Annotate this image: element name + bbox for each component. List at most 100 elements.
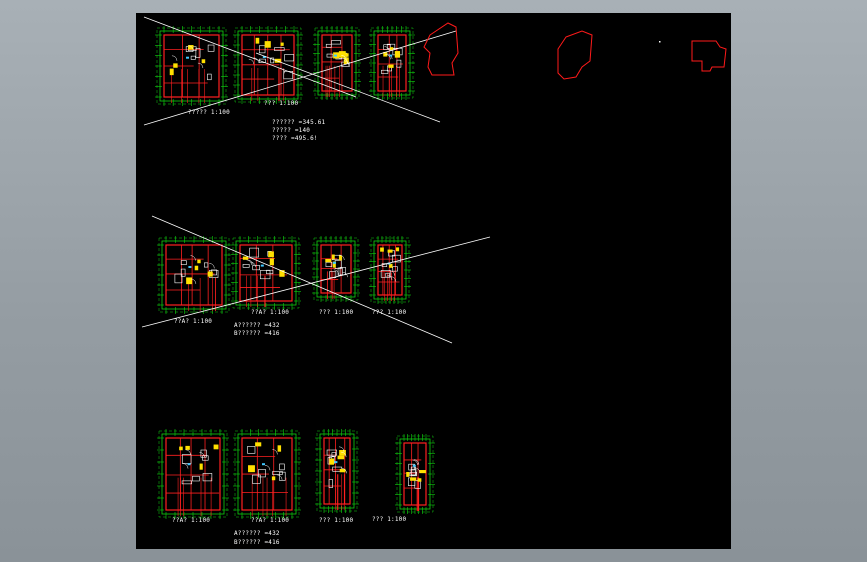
fixture xyxy=(419,470,426,474)
furniture xyxy=(284,54,295,62)
furniture xyxy=(207,44,215,52)
fixture xyxy=(380,247,384,252)
fixture xyxy=(387,249,393,253)
cross-line xyxy=(141,236,491,328)
fixture xyxy=(186,277,193,285)
furniture xyxy=(247,446,256,454)
fixture xyxy=(197,259,201,264)
fixture xyxy=(207,271,213,277)
fixture xyxy=(331,254,335,260)
site-outline xyxy=(557,30,593,80)
door-swing xyxy=(182,463,189,469)
furniture xyxy=(180,260,187,265)
floor-plan xyxy=(315,429,359,513)
cross-line xyxy=(143,16,357,98)
fixture xyxy=(255,37,260,44)
furniture xyxy=(274,47,285,51)
dimension-frame xyxy=(232,237,300,309)
drawing-canvas[interactable]: ????? 1:100 ??? 1:100 ?????? =345.61 ???… xyxy=(136,13,731,549)
fixture xyxy=(410,477,417,481)
furniture xyxy=(249,247,259,258)
floor-plan xyxy=(233,429,301,519)
fixture xyxy=(185,445,190,450)
accent-mark xyxy=(334,461,338,464)
dimension-frame xyxy=(370,237,410,303)
accent-mark xyxy=(334,54,337,57)
dimension-frame xyxy=(158,237,230,313)
floor-plan xyxy=(313,26,361,100)
floor-plan xyxy=(157,236,231,314)
fixture xyxy=(199,463,203,470)
area-text: ????? =140 xyxy=(272,127,311,134)
fixture xyxy=(417,478,422,482)
fixture xyxy=(329,458,335,465)
accent-mark xyxy=(260,264,264,267)
plan-caption: ??? 1:100 xyxy=(319,309,354,316)
cad-drawing xyxy=(141,16,727,519)
furniture xyxy=(258,45,266,54)
fixture xyxy=(255,442,262,447)
fixture xyxy=(271,476,276,481)
door-swing xyxy=(209,263,215,269)
accent-mark xyxy=(412,464,416,467)
dimension-frame xyxy=(158,430,228,518)
floor-plan xyxy=(369,26,415,100)
fixture xyxy=(179,446,183,451)
dimension-frame xyxy=(373,30,411,96)
door-swing xyxy=(272,449,278,455)
fixture xyxy=(406,471,410,477)
plan-caption: ??A? 1:100 xyxy=(251,517,290,524)
fixture xyxy=(280,42,284,46)
area-text: ???? =495.6! xyxy=(272,135,318,142)
floor-plan xyxy=(369,236,411,304)
furniture xyxy=(381,69,389,74)
plan-caption: ??A? 1:100 xyxy=(174,318,213,325)
accent-mark xyxy=(389,54,393,57)
furniture xyxy=(392,266,398,272)
floor-plan xyxy=(233,26,303,104)
dimension-frame xyxy=(396,435,434,513)
point-mark xyxy=(659,41,661,43)
area-text: B?????? =416 xyxy=(234,330,280,337)
furniture xyxy=(192,475,200,482)
area-text: A?????? =432 xyxy=(234,322,280,329)
exterior-wall xyxy=(320,244,352,294)
floor-plan xyxy=(312,236,360,302)
furniture xyxy=(331,40,341,45)
fixture xyxy=(338,255,343,261)
fixture xyxy=(394,51,401,58)
fixture xyxy=(242,256,249,260)
door-swing xyxy=(248,58,255,65)
floor-plan xyxy=(157,429,229,519)
furniture xyxy=(204,262,209,268)
plan-caption: ??? 1:100 xyxy=(372,309,407,316)
site-outline xyxy=(691,40,727,72)
fixture xyxy=(277,445,282,452)
fixture xyxy=(264,41,271,48)
area-text: ?????? =345.61 xyxy=(272,119,326,126)
plan-caption: ??A? 1:100 xyxy=(251,309,290,316)
furniture xyxy=(181,454,192,464)
fixture xyxy=(325,258,332,263)
fixture xyxy=(201,59,206,64)
floor-plan xyxy=(395,434,435,514)
fixture xyxy=(173,63,178,68)
accent-mark xyxy=(188,266,192,268)
furniture xyxy=(190,55,196,60)
furniture xyxy=(202,473,213,482)
accent-mark xyxy=(333,261,336,264)
furniture xyxy=(242,264,250,268)
plan-caption: ????? 1:100 xyxy=(188,109,230,116)
fixture xyxy=(169,68,174,76)
site-outline xyxy=(423,22,459,76)
furniture xyxy=(207,73,212,81)
fixture xyxy=(213,444,219,450)
accent-mark xyxy=(187,463,191,466)
area-text: A?????? =432 xyxy=(234,530,280,537)
furniture xyxy=(326,53,334,58)
fixture xyxy=(269,258,274,266)
fixture xyxy=(248,465,255,473)
fixture xyxy=(268,251,274,258)
plan-caption: ??? 1:100 xyxy=(319,517,354,524)
door-swing xyxy=(384,46,390,52)
